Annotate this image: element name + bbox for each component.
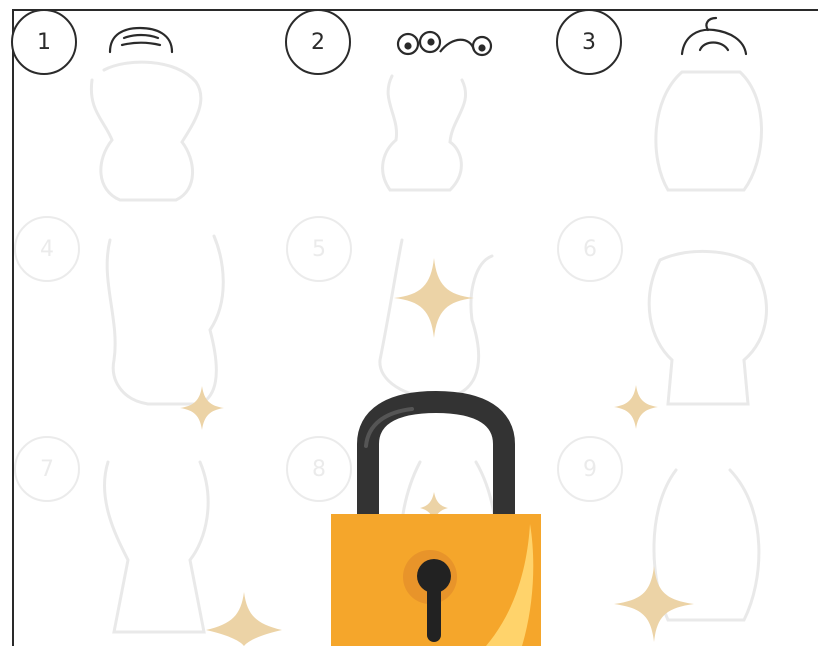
locked-content-scene [89, 16, 768, 646]
monster-1-head-top [108, 26, 174, 54]
sparkle-icon [614, 566, 694, 642]
sparkle-icon [614, 385, 658, 429]
sparkle-icon [180, 386, 224, 430]
padlock-icon [331, 390, 541, 646]
sparkle-icon [394, 258, 474, 338]
sparkle-icon [206, 592, 282, 646]
monster-3-head-top [680, 16, 748, 56]
monster-2-eyes-top [396, 30, 493, 57]
